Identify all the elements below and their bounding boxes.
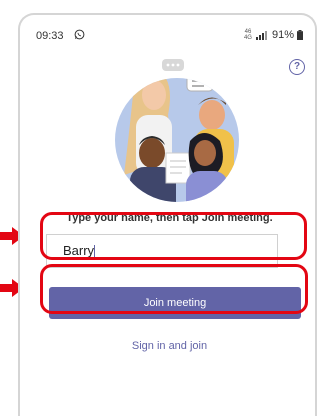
status-bar-right: 46 4G 91% <box>244 29 303 41</box>
join-button-highlight <box>40 264 308 314</box>
battery-percent: 91% <box>271 29 294 41</box>
network-type: 46 4G <box>243 29 252 41</box>
whatsapp-icon <box>74 29 85 40</box>
help-icon[interactable]: ? <box>289 59 305 75</box>
signal-icon <box>255 31 267 40</box>
status-time: 09:33 <box>36 30 64 42</box>
battery-icon <box>297 30 303 40</box>
sign-in-and-join-link[interactable]: Sign in and join <box>20 340 319 352</box>
name-input-highlight <box>40 212 307 260</box>
people-illustration <box>115 59 239 202</box>
